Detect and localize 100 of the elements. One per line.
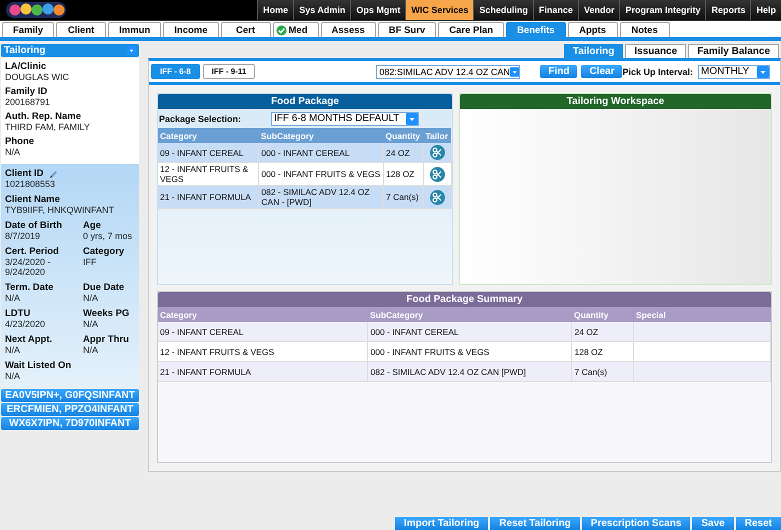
caret-icon xyxy=(406,112,418,124)
column-header: Tailor xyxy=(424,128,452,143)
table-cell: 128 OZ xyxy=(572,342,634,362)
field-label: Package Selection: xyxy=(158,114,242,124)
field-label: Due Date xyxy=(83,282,124,293)
field-value: THIRD FAM, FAMILY xyxy=(5,122,91,132)
table-cell: 000 - INFANT CEREAL xyxy=(368,322,572,342)
field-label: Client Name xyxy=(5,194,60,205)
field-label: LA/Clinic xyxy=(5,61,48,72)
tab[interactable]: Appts xyxy=(568,22,618,37)
tab[interactable]: Assess xyxy=(320,22,376,37)
table-cell: 24 OZ xyxy=(384,143,424,162)
caret-icon xyxy=(510,66,520,78)
column-header: Special xyxy=(634,307,770,322)
field-value: N/A xyxy=(5,293,22,303)
menu-item[interactable]: WIC Services xyxy=(405,0,474,20)
scissors-icon[interactable] xyxy=(430,166,445,182)
field-label: Auth. Rep. Name xyxy=(5,111,82,122)
scissors-icon[interactable] xyxy=(430,190,445,204)
column-header: Quantity xyxy=(384,128,424,143)
product-select[interactable]: 082:SIMILAC ADV 12.4 OZ CAN xyxy=(376,64,520,78)
field-label: Wait Listed On xyxy=(5,360,72,371)
table-cell: 000 - INFANT CEREAL xyxy=(258,143,384,162)
field-label: Next Appt. xyxy=(5,334,52,345)
table-cell: 21 - INFANT FORMULA xyxy=(158,362,368,382)
field-label: LDTU xyxy=(5,308,30,319)
pencil-icon xyxy=(48,168,58,178)
table-cell: 21 - INFANT FORMULA xyxy=(158,186,259,208)
field-label: Appr Thru xyxy=(83,334,129,345)
tab[interactable]: Notes xyxy=(620,22,670,37)
pickup-interval-select[interactable]: MONTHLY xyxy=(698,64,770,78)
menu-item[interactable]: Sys Admin xyxy=(293,0,350,20)
table-cell: 12 - INFANT FRUITS & VEGS xyxy=(158,342,368,362)
sub-tab[interactable]: Family Balance xyxy=(688,44,779,58)
field-value: 4/23/2020 xyxy=(5,319,46,329)
field-label: Pick Up Interval: xyxy=(622,66,693,76)
field-value: N/A xyxy=(5,371,22,381)
tab[interactable]: Immun xyxy=(108,22,162,37)
field-value: 0 yrs, 7 mos xyxy=(83,231,134,241)
field-value: 1021808553 xyxy=(5,179,56,189)
table-cell: 12 - INFANT FRUITS & VEGS xyxy=(158,162,259,186)
package-tab[interactable]: IFF - 9-11 xyxy=(202,64,256,79)
field-label: Phone xyxy=(5,136,36,147)
column-header: SubCategory xyxy=(368,307,572,322)
logo-drawing xyxy=(6,1,68,19)
caret-icon xyxy=(757,66,769,78)
field-value: N/A xyxy=(83,319,100,329)
menu-item[interactable]: Help xyxy=(750,0,781,20)
menu-item[interactable]: Finance xyxy=(532,0,578,20)
menu-item[interactable]: Home xyxy=(257,0,294,20)
field-value: N/A xyxy=(83,293,100,303)
table-cell: 09 - INFANT CEREAL xyxy=(158,322,368,342)
field-value: 3/24/2020 - 9/24/2020 xyxy=(5,257,52,277)
field-value: 200168791 xyxy=(5,97,52,107)
menu-item[interactable]: Program Integrity xyxy=(619,0,706,20)
table-cell: 000 - INFANT FRUITS & VEGS xyxy=(368,342,572,362)
table-cell: 000 - INFANT FRUITS & VEGS xyxy=(258,162,384,186)
menu-item[interactable]: Reports xyxy=(705,0,750,20)
field-value: IFF xyxy=(83,257,98,267)
field-label: Client ID xyxy=(5,168,44,179)
menu-item[interactable]: Ops Mgmt xyxy=(350,0,406,20)
panel-header: Food Package xyxy=(158,94,452,109)
table-cell: 128 OZ xyxy=(384,162,424,186)
package-select[interactable]: IFF 6-8 MONTHS DEFAULT xyxy=(270,112,419,126)
table-cell: 09 - INFANT CEREAL xyxy=(158,143,259,162)
menu-item[interactable]: Vendor xyxy=(578,0,620,20)
field-label: Category xyxy=(83,246,124,257)
caret-icon xyxy=(126,46,136,55)
tab[interactable]: Cert xyxy=(220,22,271,37)
field-label: Family ID xyxy=(5,86,48,97)
table-cell: 082 - SIMILAC ADV 12.4 OZ CAN [PWD] xyxy=(368,362,572,382)
tab[interactable]: Income xyxy=(163,22,219,37)
table-cell: 24 OZ xyxy=(572,322,634,342)
column-header: SubCategory xyxy=(258,128,384,143)
field-value: DOUGLAS WIC xyxy=(5,72,70,82)
table-cell: 082 - SIMILAC ADV 12.4 OZ CAN - [PWD] xyxy=(258,186,384,208)
field-label: Weeks PG xyxy=(83,308,130,319)
column-header: Category xyxy=(158,128,259,143)
tab[interactable]: Family xyxy=(2,22,54,37)
column-header: Category xyxy=(158,307,368,322)
check-icon xyxy=(276,24,287,36)
table-cell: 7 Can(s) xyxy=(384,186,424,208)
panel-header: Tailoring Workspace xyxy=(460,94,771,109)
field-value: N/A xyxy=(5,147,22,157)
column-header: Quantity xyxy=(572,307,634,322)
tab[interactable]: Care Plan xyxy=(438,22,504,37)
field-label: Cert. Period xyxy=(5,246,59,257)
tab[interactable]: Client xyxy=(56,22,106,37)
field-value: N/A xyxy=(83,345,100,355)
scissors-icon[interactable] xyxy=(430,145,445,160)
field-value: N/A xyxy=(5,345,22,355)
panel-header: Food Package Summary xyxy=(158,292,771,307)
field-value: TYB9IIFF, HNKQWINFANT xyxy=(5,205,116,215)
menu-item[interactable]: Scheduling xyxy=(473,0,533,20)
tab[interactable]: Med xyxy=(272,22,319,37)
sub-tab[interactable]: Issuance xyxy=(625,44,686,58)
table-cell: 7 Can(s) xyxy=(572,362,634,382)
tab[interactable]: BF Surv xyxy=(378,22,436,37)
field-value: 8/7/2019 xyxy=(5,231,42,241)
field-label: Age xyxy=(83,220,101,231)
